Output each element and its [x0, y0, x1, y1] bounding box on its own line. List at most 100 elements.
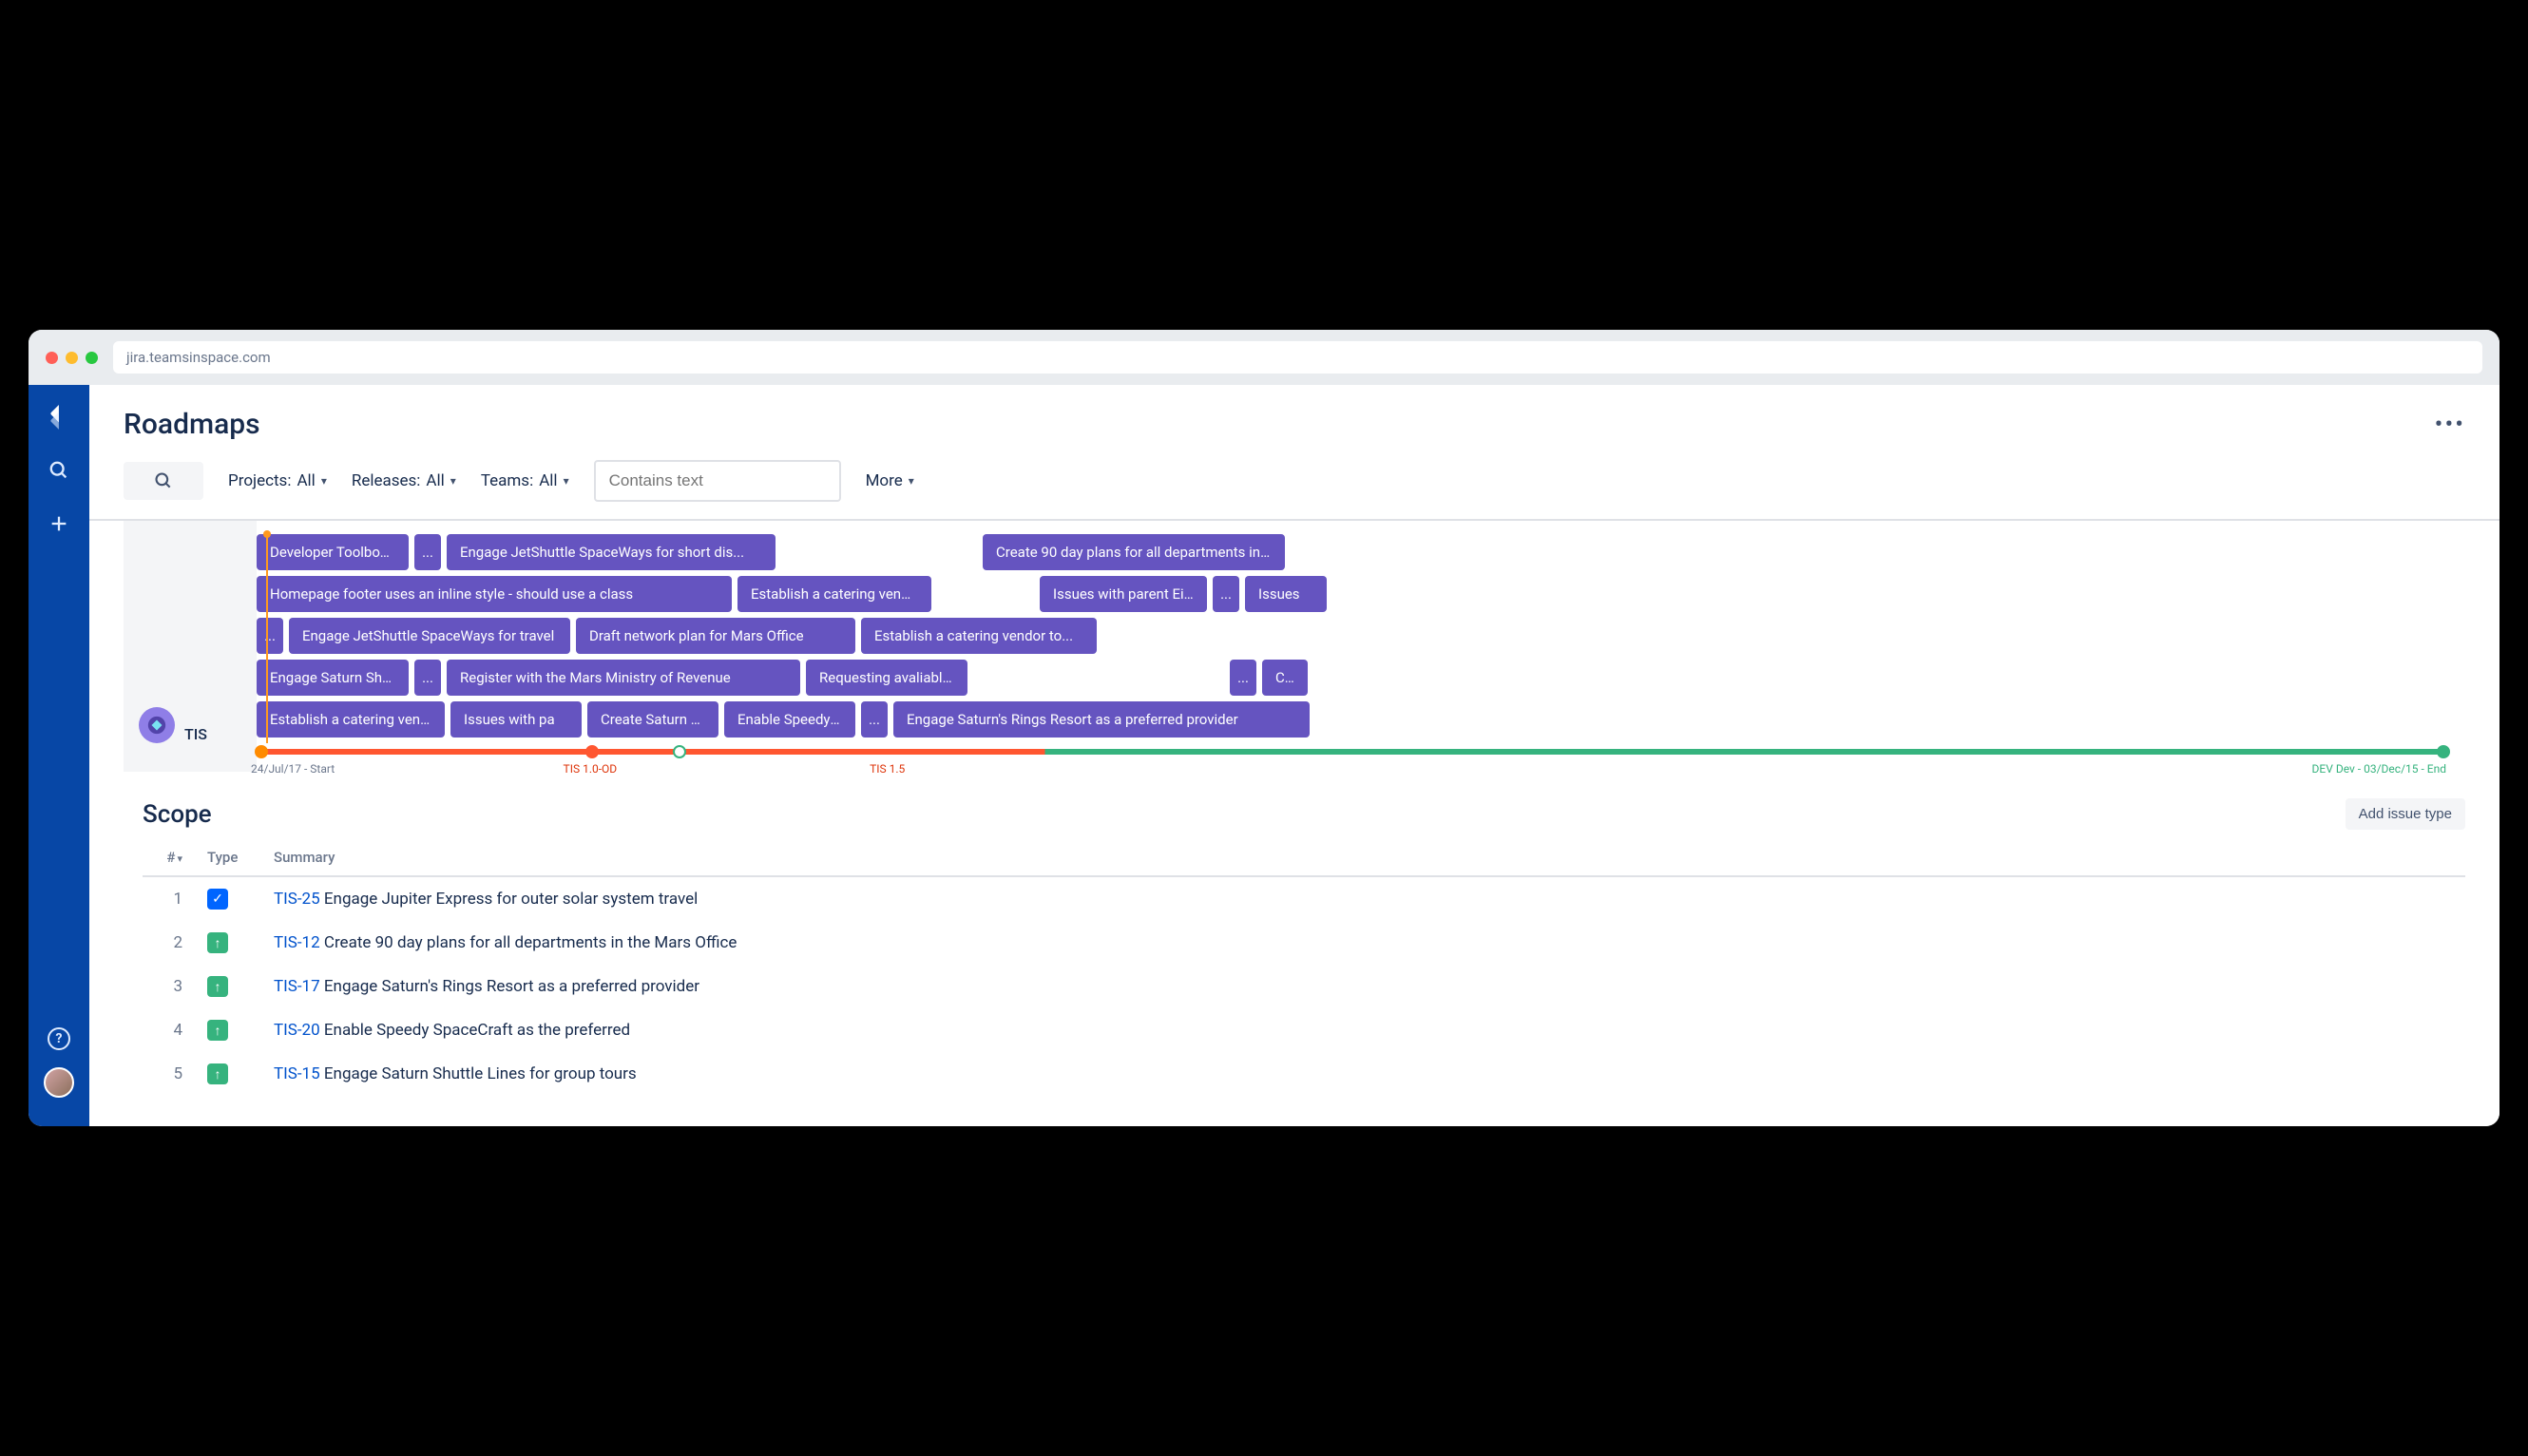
row-type: ↑: [200, 1008, 266, 1052]
table-row[interactable]: 2↑TIS-12 Create 90 day plans for all dep…: [143, 921, 2465, 965]
table-row[interactable]: 3↑TIS-17 Engage Saturn's Rings Resort as…: [143, 965, 2465, 1008]
roadmap-row: ...Engage JetShuttle SpaceWays for trave…: [257, 618, 2473, 654]
timeline-end-label: DEV Dev - 03/Dec/15 - End: [2312, 762, 2446, 776]
scope-table: #▾ Type Summary 1✓TIS-25 Engage Jupiter …: [143, 839, 2465, 1096]
issue-key-link[interactable]: TIS-17: [274, 977, 324, 996]
issue-key-link[interactable]: TIS-12: [274, 933, 324, 952]
story-type-icon: ↑: [207, 1020, 228, 1041]
roadmap-row: Establish a catering vend...Issues with …: [257, 701, 2473, 738]
roadmap-row: Engage Saturn Shut......Register with th…: [257, 660, 2473, 696]
add-issue-type-button[interactable]: Add issue type: [2346, 798, 2465, 830]
minimize-window-icon[interactable]: [66, 352, 78, 364]
roadmap-item-bar[interactable]: Create Saturn Su...: [587, 701, 718, 738]
timeline-axis: 24/Jul/17 - Start TIS 1.0-OD TIS 1.5 DEV…: [257, 743, 2446, 772]
column-header-number[interactable]: #▾: [143, 839, 200, 876]
roadmap-item-bar[interactable]: Create 90 day plans for all departments …: [983, 534, 1285, 570]
story-type-icon: ↑: [207, 976, 228, 997]
row-type: ↑: [200, 1052, 266, 1096]
row-summary: TIS-20 Enable Speedy SpaceCraft as the p…: [266, 1008, 2465, 1052]
create-icon[interactable]: [44, 508, 74, 539]
filter-label: Teams:: [481, 471, 533, 490]
teams-filter[interactable]: Teams: All ▾: [481, 471, 569, 490]
story-type-icon: ↑: [207, 932, 228, 953]
scope-section: Scope Add issue type #▾ Type Summary 1✓T…: [89, 772, 2499, 1096]
chevron-down-icon: ▾: [177, 853, 182, 865]
roadmap-item-bar[interactable]: Issues with parent Eipc: [1040, 576, 1207, 612]
roadmap-item-bar[interactable]: Issues with pa: [450, 701, 582, 738]
team-swimlane-header: TIS: [124, 521, 257, 772]
projects-filter[interactable]: Projects: All ▾: [228, 471, 327, 490]
more-actions-icon[interactable]: •••: [2435, 411, 2465, 439]
global-sidebar: ?: [29, 385, 89, 1126]
roadmap-item-bar[interactable]: Establish a catering vendor...: [737, 576, 931, 612]
window-controls: [46, 352, 98, 364]
roadmap-item-bar[interactable]: Enable Speedy S...: [724, 701, 855, 738]
roadmap-item-bar[interactable]: Requesting avaliable...: [806, 660, 967, 696]
roadmap-view: TIS Developer Toolbox do......Engage Jet…: [89, 521, 2499, 772]
roadmap-item-bar[interactable]: Engage JetShuttle SpaceWays for travel: [289, 618, 570, 654]
roadmap-item-bar[interactable]: ...: [414, 534, 441, 570]
timeline-milestone-label: TIS 1.0-OD: [564, 762, 618, 776]
team-avatar-icon: [139, 707, 175, 743]
roadmap-item-bar[interactable]: Ch...: [1262, 660, 1308, 696]
issue-key-link[interactable]: TIS-15: [274, 1064, 324, 1083]
chevron-down-icon: ▾: [450, 474, 456, 488]
jira-logo-icon[interactable]: [44, 402, 74, 432]
address-bar[interactable]: jira.teamsinspace.com: [113, 341, 2482, 374]
roadmap-item-bar[interactable]: ...: [257, 618, 283, 654]
close-window-icon[interactable]: [46, 352, 58, 364]
more-filters[interactable]: More ▾: [866, 471, 914, 490]
roadmap-item-bar[interactable]: Engage JetShuttle SpaceWays for short di…: [447, 534, 776, 570]
roadmap-lane[interactable]: Developer Toolbox do......Engage JetShut…: [257, 521, 2499, 772]
timeline-milestone-label: TIS 1.5: [870, 762, 905, 776]
issue-key-link[interactable]: TIS-20: [274, 1021, 324, 1040]
search-icon[interactable]: [44, 455, 74, 486]
roadmap-item-bar[interactable]: Issues: [1245, 576, 1327, 612]
maximize-window-icon[interactable]: [86, 352, 98, 364]
row-number: 2: [143, 921, 200, 965]
table-row[interactable]: 4 ↑ TIS-20 Enable Speedy SpaceCraft as the…: [143, 1008, 2465, 1052]
page-title: Roadmaps: [124, 408, 260, 441]
row-number: 4: [143, 1008, 200, 1052]
row-type: ↑: [200, 921, 266, 965]
timeline-milestone-marker: [585, 745, 599, 758]
search-button[interactable]: [124, 462, 203, 500]
row-summary: TIS-17 Engage Saturn's Rings Resort as a…: [266, 965, 2465, 1008]
chevron-down-icon: ▾: [909, 474, 914, 488]
releases-filter[interactable]: Releases: All ▾: [352, 471, 456, 490]
filter-label: Releases:: [352, 471, 421, 490]
timeline-start-label: 24/Jul/17 - Start: [251, 762, 335, 776]
row-type: ↑: [200, 965, 266, 1008]
roadmap-item-bar[interactable]: Register with the Mars Ministry of Reven…: [447, 660, 800, 696]
roadmap-item-bar[interactable]: Draft network plan for Mars Office: [576, 618, 855, 654]
roadmap-row: Homepage footer uses an inline style - s…: [257, 576, 2473, 612]
help-icon[interactable]: ?: [48, 1027, 70, 1050]
roadmap-item-bar[interactable]: Engage Saturn Shut...: [257, 660, 409, 696]
filter-value: All: [297, 471, 315, 490]
roadmap-item-bar[interactable]: Engage Saturn's Rings Resort as a prefer…: [893, 701, 1310, 738]
column-header-summary[interactable]: Summary: [266, 839, 2465, 876]
roadmap-item-bar[interactable]: ...: [861, 701, 888, 738]
table-row[interactable]: 1✓TIS-25 Engage Jupiter Express for oute…: [143, 876, 2465, 921]
roadmap-item-bar[interactable]: Homepage footer uses an inline style - s…: [257, 576, 732, 612]
user-avatar[interactable]: [44, 1067, 74, 1098]
text-search-input[interactable]: [594, 460, 841, 502]
roadmap-item-bar[interactable]: Establish a catering vendor to...: [861, 618, 1097, 654]
roadmap-item-bar[interactable]: ...: [414, 660, 441, 696]
roadmap-item-bar[interactable]: ...: [1213, 576, 1239, 612]
row-summary: TIS-25 Engage Jupiter Express for outer …: [266, 876, 2465, 921]
today-marker: [266, 534, 268, 743]
issue-key-link[interactable]: TIS-25: [274, 890, 324, 909]
row-summary: TIS-15 Engage Saturn Shuttle Lines for g…: [266, 1052, 2465, 1096]
filter-value: All: [426, 471, 444, 490]
roadmap-item-bar[interactable]: Developer Toolbox do...: [257, 534, 409, 570]
timeline-milestone-marker: [673, 745, 686, 758]
issue-summary: Engage Saturn's Rings Resort as a prefer…: [324, 977, 699, 996]
column-header-type[interactable]: Type: [200, 839, 266, 876]
chevron-down-icon: ▾: [321, 474, 327, 488]
roadmap-item-bar[interactable]: Establish a catering vend...: [257, 701, 445, 738]
table-row[interactable]: 5↑TIS-15 Engage Saturn Shuttle Lines for…: [143, 1052, 2465, 1096]
roadmap-item-bar[interactable]: ...: [1230, 660, 1256, 696]
timeline-end-marker: [2437, 745, 2450, 758]
filter-toolbar: Projects: All ▾ Releases: All ▾ Teams: A…: [89, 450, 2499, 521]
